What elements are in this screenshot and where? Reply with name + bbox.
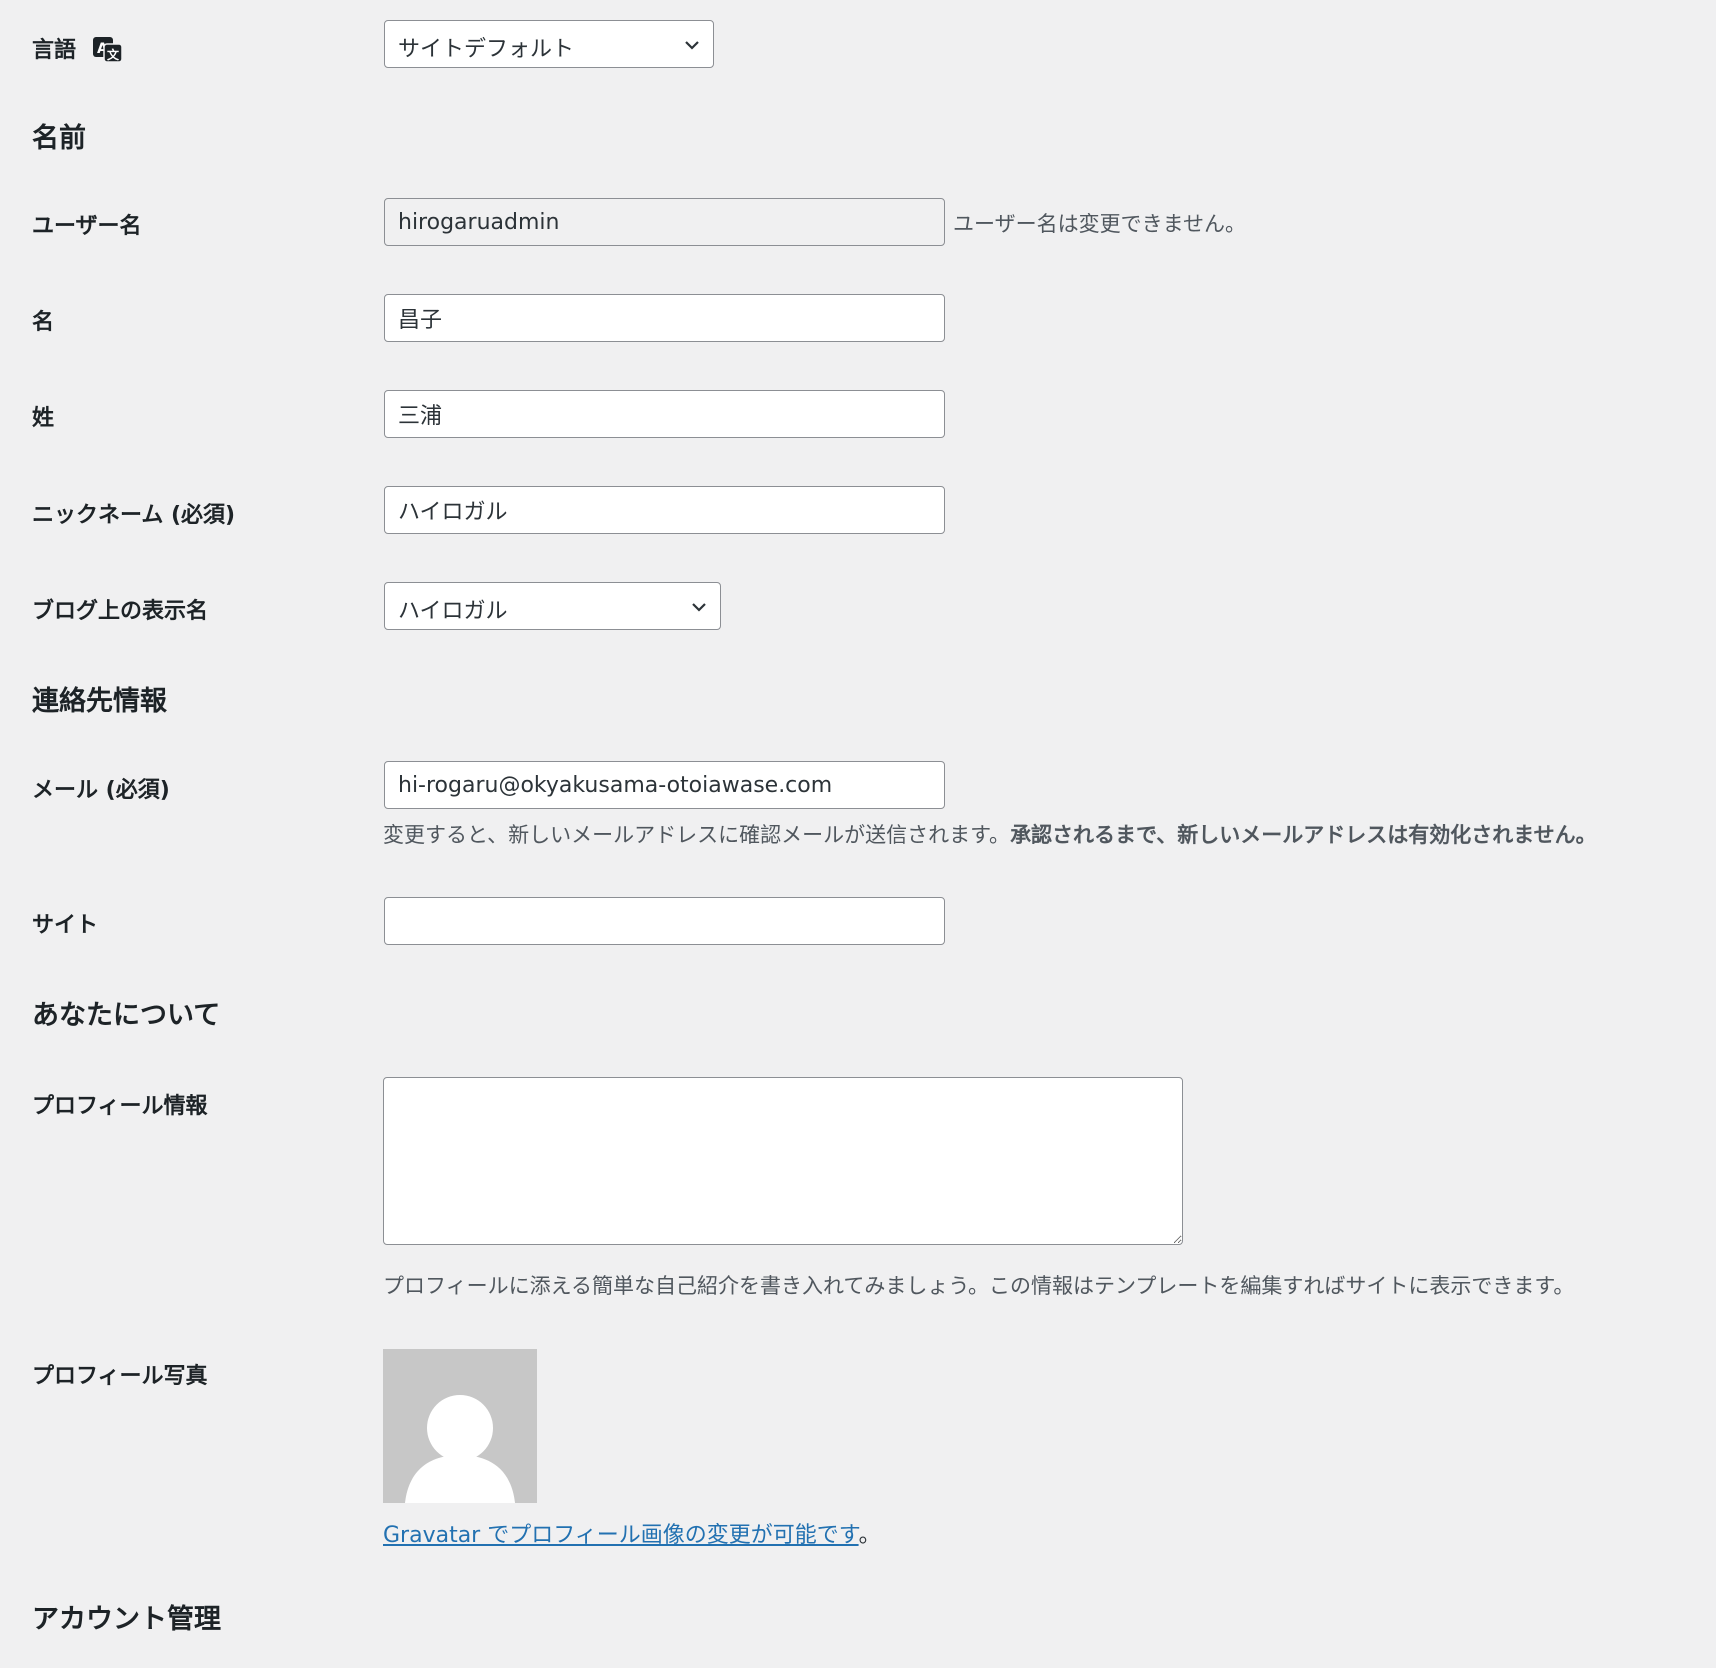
display-name-label: ブログ上の表示名	[32, 599, 209, 624]
last-name-label: 姓	[32, 406, 55, 431]
bio-label: プロフィール情報	[32, 1094, 208, 1119]
account-section-heading: アカウント管理	[32, 1604, 221, 1635]
translation-icon: A 文	[92, 35, 124, 69]
profile-picture-label: プロフィール写真	[32, 1364, 208, 1389]
avatar	[383, 1349, 537, 1503]
svg-text:文: 文	[107, 47, 120, 62]
website-label: サイト	[32, 913, 99, 938]
default-avatar-icon	[405, 1395, 515, 1503]
first-name-input[interactable]	[384, 294, 945, 342]
bio-textarea[interactable]	[383, 1077, 1183, 1245]
name-section-heading: 名前	[32, 123, 86, 154]
profile-settings-page: 言語 A 文 サイトデフォルト 名前 ユーザー名 ユーザー名は変更できません。 …	[0, 0, 1716, 1668]
username-note: ユーザー名は変更できません。	[953, 212, 1246, 236]
gravatar-link[interactable]: Gravatar でプロフィール画像の変更が可能です	[383, 1523, 859, 1548]
gravatar-line: Gravatar でプロフィール画像の変更が可能です。	[383, 1523, 881, 1548]
nickname-label: ニックネーム (必須)	[32, 503, 236, 528]
display-name-select[interactable]: ハイロガル	[384, 582, 721, 630]
contact-section-heading: 連絡先情報	[32, 686, 167, 717]
email-input[interactable]	[384, 761, 945, 809]
last-name-input[interactable]	[384, 390, 945, 438]
language-select[interactable]: サイトデフォルト	[384, 20, 714, 68]
nickname-input[interactable]	[384, 486, 945, 534]
first-name-label: 名	[32, 310, 55, 335]
website-input[interactable]	[384, 897, 945, 945]
email-note: 変更すると、新しいメールアドレスに確認メールが送信されます。承認されるまで、新し…	[383, 823, 1597, 847]
about-section-heading: あなたについて	[32, 1000, 221, 1031]
email-label: メール (必須)	[32, 778, 170, 803]
username-label: ユーザー名	[32, 214, 142, 239]
bio-note: プロフィールに添える簡単な自己紹介を書き入れてみましょう。この情報はテンプレート…	[383, 1274, 1575, 1298]
language-label: 言語 A 文	[32, 32, 124, 69]
chevron-down-icon	[685, 41, 699, 50]
username-input	[384, 198, 945, 246]
chevron-down-icon	[692, 603, 706, 612]
